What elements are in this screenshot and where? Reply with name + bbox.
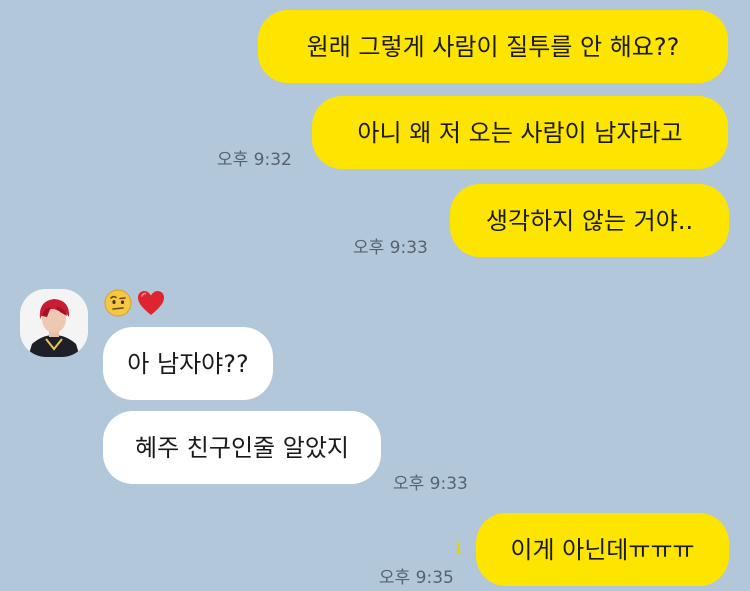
message-text: 혜주 친구인줄 알았지 xyxy=(135,433,349,462)
message-text: 생각하지 않는 거야.. xyxy=(485,206,694,235)
message-timestamp: 오후 9:35 xyxy=(379,568,454,588)
my-message-bubble[interactable]: 생각하지 않는 거야.. xyxy=(450,184,729,257)
message-timestamp: 오후 9:33 xyxy=(393,474,468,494)
my-message-bubble[interactable]: 아니 왜 저 오는 사람이 남자라고 xyxy=(312,96,728,169)
message-text: 이게 아닌데ㅠㅠㅠ xyxy=(510,535,695,564)
red-heart-icon xyxy=(136,289,166,321)
my-message-bubble[interactable]: 원래 그렇게 사람이 질투를 안 해요?? xyxy=(258,10,728,83)
reaction-row xyxy=(104,289,166,321)
friend-message-bubble[interactable]: 혜주 친구인줄 알았지 xyxy=(103,411,381,484)
friend-avatar[interactable] xyxy=(20,289,88,357)
message-timestamp: 오후 9:32 xyxy=(217,150,292,170)
unread-count: 1 xyxy=(453,539,464,558)
message-text: 원래 그렇게 사람이 질투를 안 해요?? xyxy=(306,32,680,61)
message-text: 아니 왜 저 오는 사람이 남자라고 xyxy=(357,118,683,147)
my-message-bubble[interactable]: 이게 아닌데ㅠㅠㅠ xyxy=(476,513,729,586)
raised-eyebrow-face-icon xyxy=(104,289,132,321)
message-text: 아 남자야?? xyxy=(127,349,249,378)
friend-message-bubble[interactable]: 아 남자야?? xyxy=(103,327,273,400)
message-timestamp: 오후 9:33 xyxy=(353,238,428,258)
